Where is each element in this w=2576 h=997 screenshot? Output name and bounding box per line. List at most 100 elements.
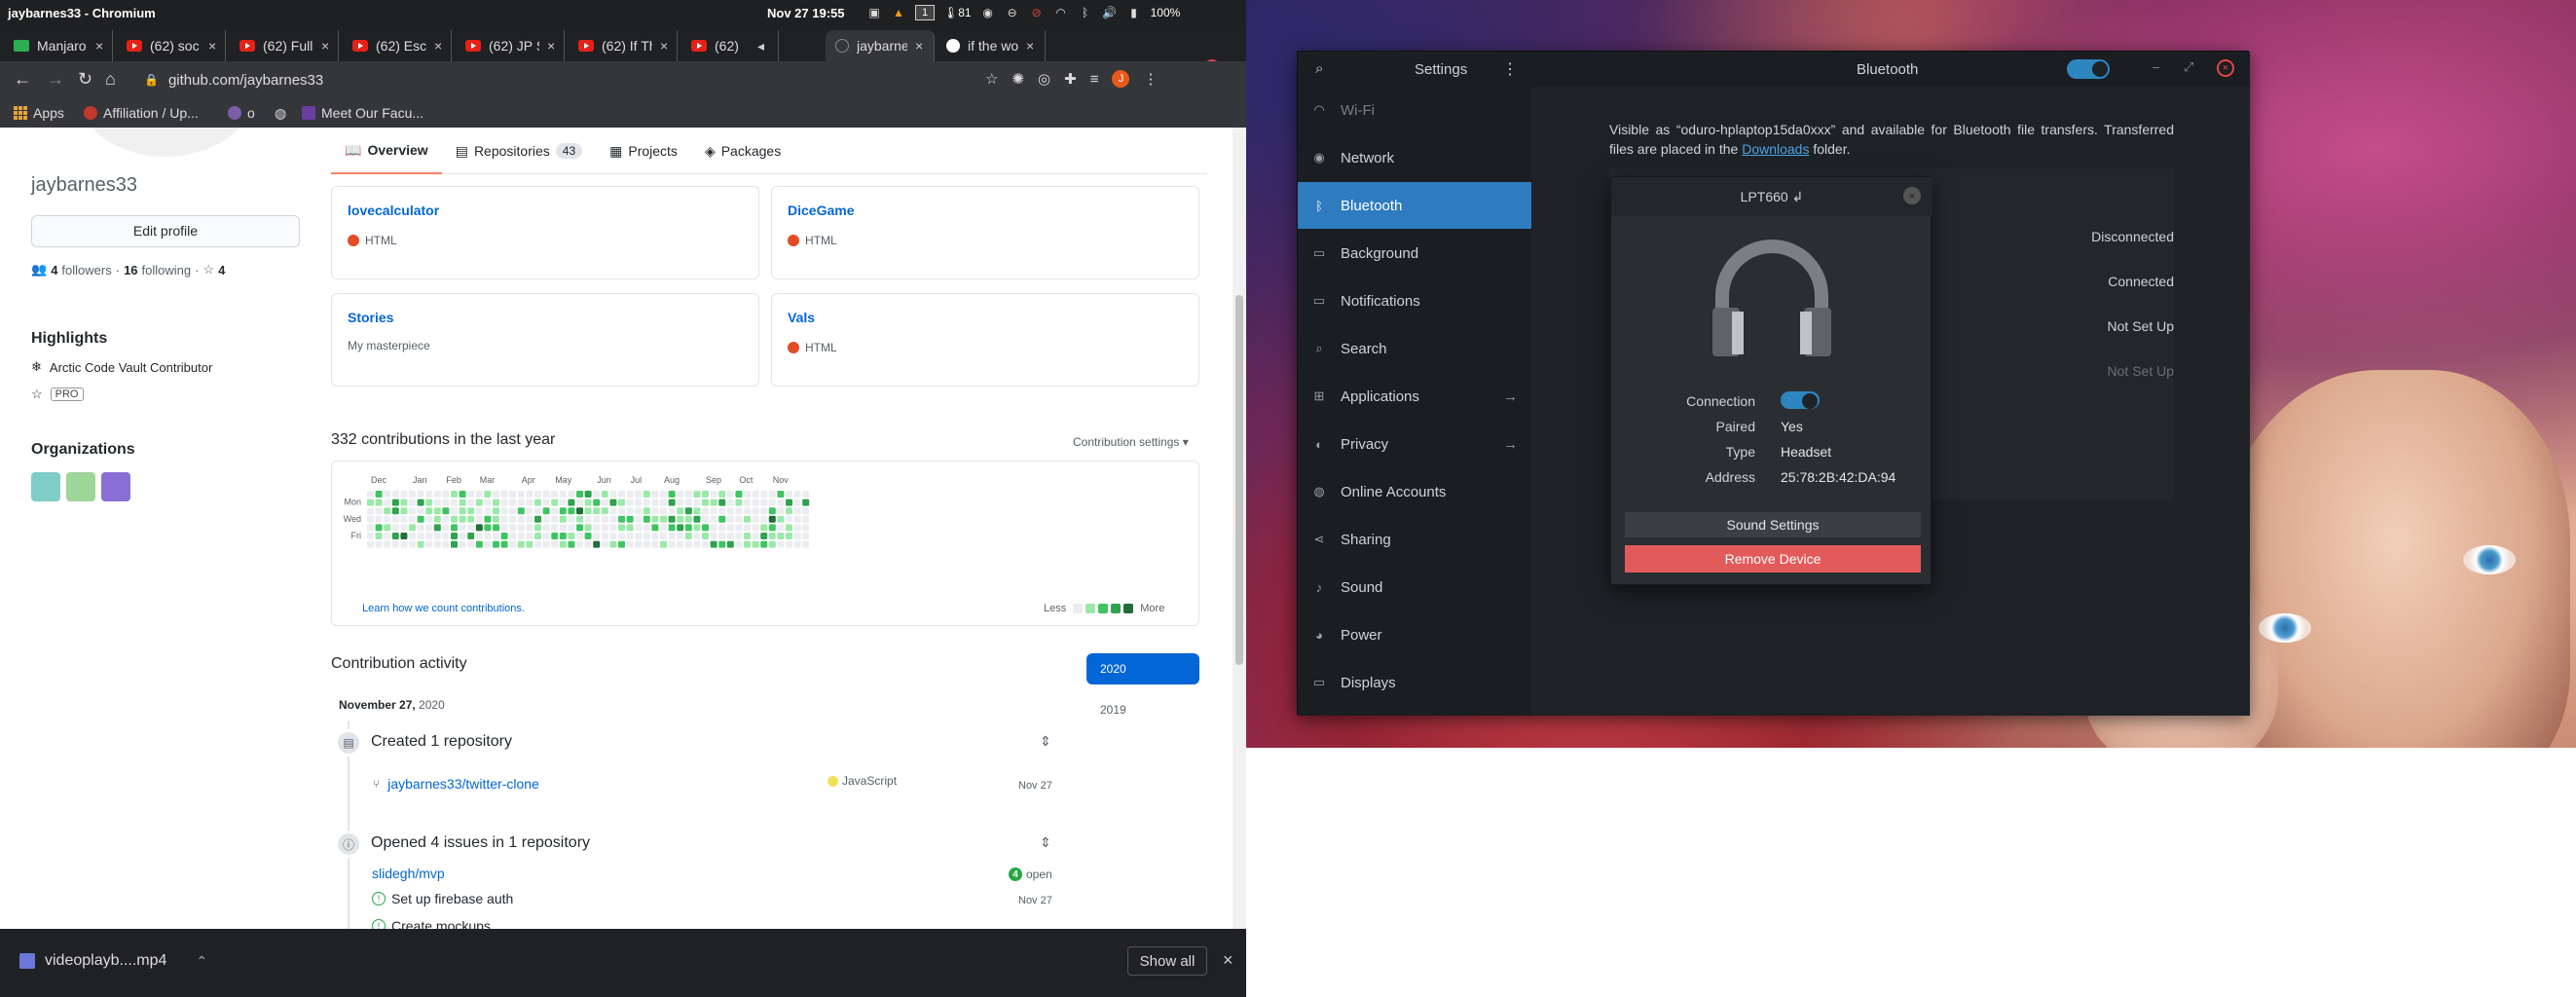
sidebar-item-applications[interactable]: ⊞ Applications → [1298,373,1531,420]
contribution-day[interactable] [400,491,408,498]
contribution-day[interactable] [668,540,676,548]
contribution-day[interactable] [475,498,483,506]
contribution-day[interactable] [802,491,810,498]
contribution-day[interactable] [425,524,433,532]
contribution-day[interactable] [626,540,634,548]
contribution-day[interactable] [559,498,567,506]
contribution-day[interactable] [744,498,751,506]
tray-app-icon[interactable]: ▣ [866,5,882,20]
contribution-day[interactable] [576,507,583,515]
contribution-day[interactable] [568,515,575,523]
close-window-icon[interactable]: × [2217,59,2234,77]
contribution-day[interactable] [693,491,701,498]
close-tab-icon[interactable]: × [1026,38,1034,54]
contribution-day[interactable] [702,524,709,532]
contribution-day[interactable] [475,491,483,498]
contribution-day[interactable] [618,540,625,548]
contribution-day[interactable] [684,498,692,506]
contribution-day[interactable] [768,533,776,539]
contribution-day[interactable] [534,515,541,523]
contribution-day[interactable] [425,507,433,515]
contribution-day[interactable] [384,533,391,539]
contribution-day[interactable] [467,491,475,498]
contribution-day[interactable] [752,524,759,532]
contribution-day[interactable] [777,507,785,515]
contribution-day[interactable] [509,507,517,515]
browser-tab[interactable]: (62) Full × [230,30,339,61]
contribution-day[interactable] [459,515,466,523]
menu-icon[interactable]: ⋮ [1143,70,1158,88]
contribution-day[interactable] [668,491,676,498]
contribution-day[interactable] [786,507,792,515]
browser-tab[interactable]: (62) If Th × [569,30,678,61]
contribution-day[interactable] [493,498,499,506]
contribution-day[interactable] [793,524,801,532]
contribution-day[interactable] [409,515,416,523]
close-tab-icon[interactable]: × [208,38,216,54]
contribution-day[interactable] [702,507,709,515]
bluetooth-tray-icon[interactable]: ᛒ [1078,5,1093,20]
workspace-indicator[interactable]: 1 [915,5,935,20]
contribution-day[interactable] [760,507,768,515]
sidebar-item-sound[interactable]: ♪ Sound [1298,564,1531,610]
contribution-day[interactable] [384,524,391,532]
contribution-day[interactable] [618,498,625,506]
contribution-day[interactable] [433,524,441,532]
contribution-day[interactable] [475,524,483,532]
browser-tab-active[interactable]: jaybarnes× [826,30,935,61]
contribution-day[interactable] [651,540,659,548]
contribution-day[interactable] [451,515,458,523]
year-2019-button[interactable]: 2019 [1086,694,1199,725]
contribution-day[interactable] [593,507,601,515]
contribution-day[interactable] [626,515,634,523]
contribution-day[interactable] [718,533,726,539]
contribution-day[interactable] [635,533,643,539]
menu-icon[interactable]: ⋮ [1502,59,1518,79]
contribution-day[interactable] [551,540,559,548]
close-tab-icon[interactable]: × [434,38,442,54]
contribution-day[interactable] [643,533,650,539]
contribution-day[interactable] [793,507,801,515]
contribution-day[interactable] [517,515,525,523]
contribution-day[interactable] [391,524,399,532]
contribution-day[interactable] [710,507,718,515]
contribution-day[interactable] [718,507,726,515]
contribution-day[interactable] [417,524,424,532]
contribution-day[interactable] [786,491,792,498]
contribution-day[interactable] [526,491,534,498]
puzzle-icon[interactable]: ✚ [1064,70,1077,88]
contribution-day[interactable] [718,491,726,498]
contribution-day[interactable] [568,524,575,532]
contribution-day[interactable] [726,507,734,515]
contribution-day[interactable] [517,533,525,539]
contribution-day[interactable] [534,507,541,515]
contribution-day[interactable] [459,491,466,498]
contribution-day[interactable] [367,491,374,498]
contribution-day[interactable] [417,498,424,506]
contribution-day[interactable] [551,498,559,506]
contribution-day[interactable] [693,540,701,548]
contribution-day[interactable] [626,533,634,539]
contribution-day[interactable] [576,524,583,532]
contribution-day[interactable] [651,507,659,515]
reload-icon[interactable]: ↻ [78,69,92,90]
contribution-day[interactable] [609,540,617,548]
contribution-day[interactable] [500,491,508,498]
contribution-day[interactable] [375,498,383,506]
contribution-day[interactable] [391,540,399,548]
tab-overview[interactable]: 📖 Overview [331,128,442,174]
contribution-day[interactable] [777,524,785,532]
contribution-day[interactable] [391,515,399,523]
contribution-day[interactable] [417,533,424,539]
contribution-day[interactable] [442,507,450,515]
contribution-day[interactable] [576,498,583,506]
contribution-day[interactable] [802,540,810,548]
contribution-day[interactable] [542,515,550,523]
contribution-day[interactable] [584,507,592,515]
contribution-day[interactable] [693,515,701,523]
contribution-day[interactable] [668,524,676,532]
contribution-day[interactable] [626,498,634,506]
contribution-day[interactable] [576,540,583,548]
contribution-day[interactable] [626,507,634,515]
maximize-icon[interactable]: ⤢ [2184,59,2193,75]
